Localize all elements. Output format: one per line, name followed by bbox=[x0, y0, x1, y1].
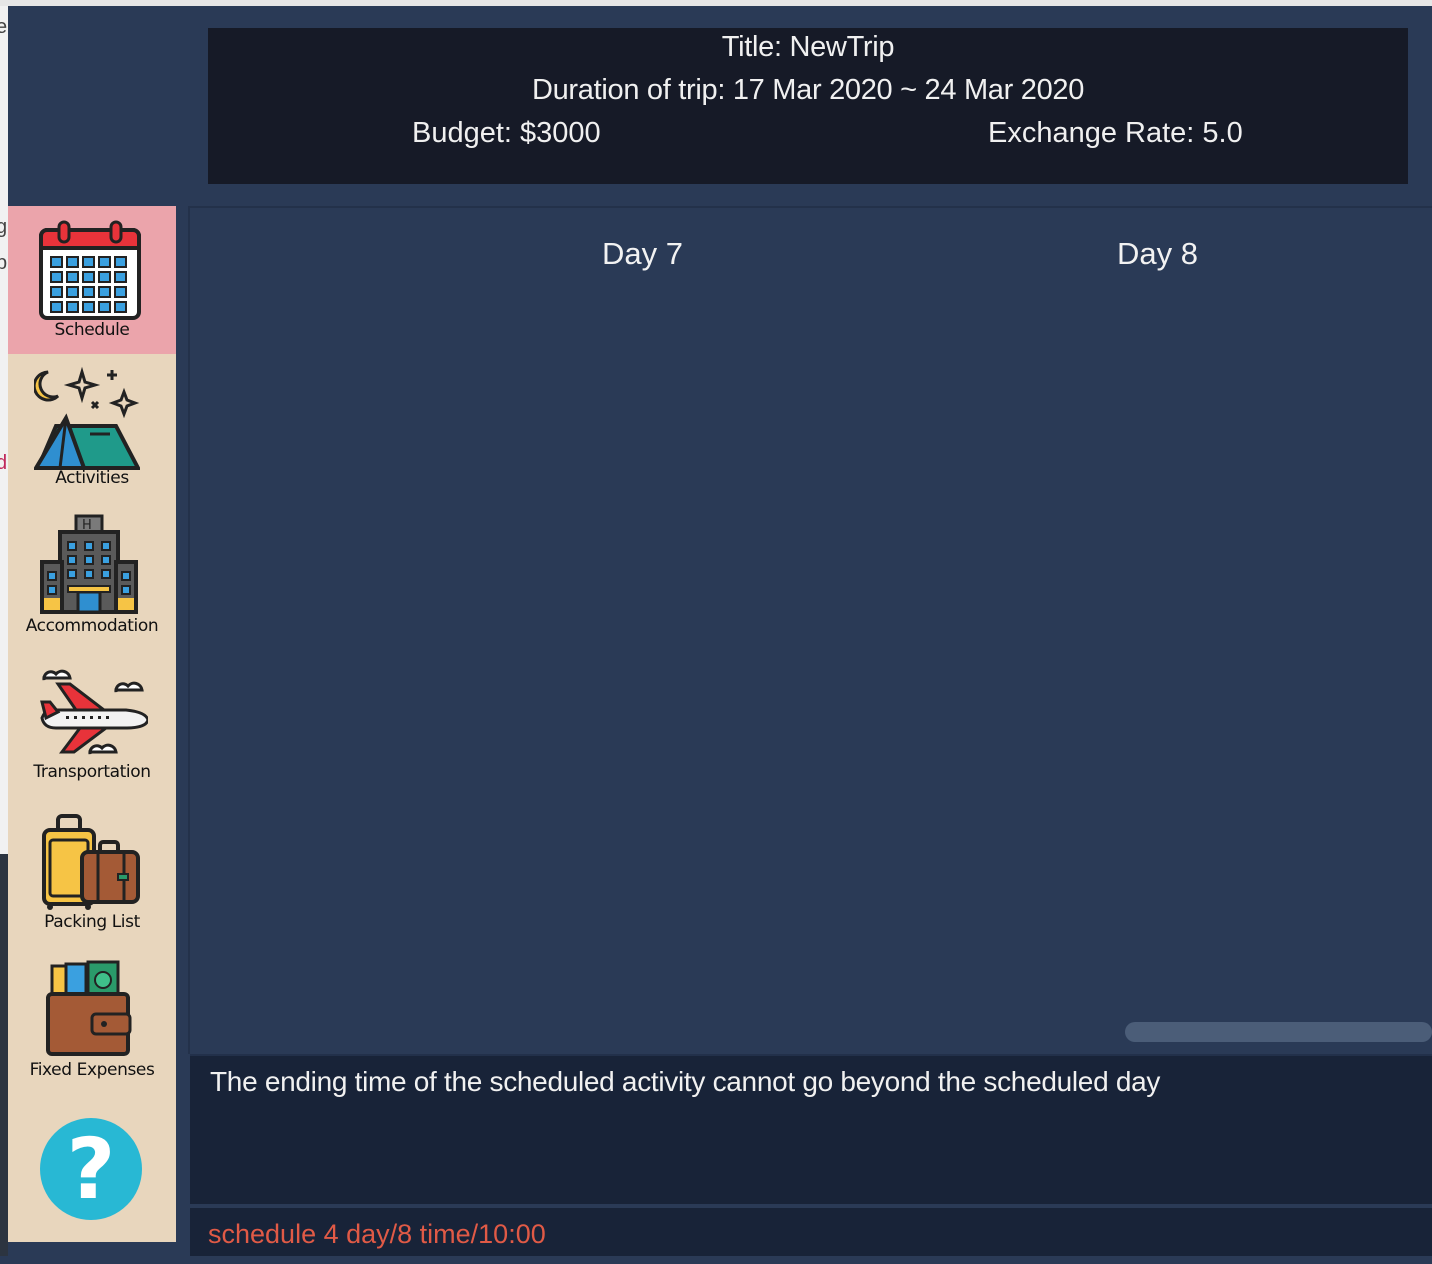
sidebar-item-label: Fixed Expenses bbox=[29, 1060, 155, 1080]
sidebar-item-label: Packing List bbox=[44, 912, 140, 932]
background-window: e g p d bbox=[0, 6, 8, 1264]
sidebar-item-label: Transportation bbox=[33, 762, 151, 782]
trip-header: Title: NewTrip Duration of trip: 17 Mar … bbox=[208, 28, 1408, 184]
sidebar-item-activities[interactable]: Activities bbox=[8, 354, 176, 502]
sidebar-item-transportation[interactable]: Transportation bbox=[8, 650, 176, 798]
sidebar-item-packing-list[interactable]: Packing List bbox=[8, 798, 176, 946]
hotel-icon: H bbox=[40, 514, 138, 614]
tent-icon bbox=[34, 366, 140, 470]
day-column-header: Day 7 bbox=[602, 236, 683, 271]
sidebar-item-fixed-expenses[interactable]: Fixed Expenses bbox=[8, 946, 176, 1094]
trip-budget: Budget: $3000 bbox=[412, 117, 601, 149]
trip-exchange-rate: Exchange Rate: 5.0 bbox=[988, 117, 1243, 149]
trip-duration: Duration of trip: 17 Mar 2020 ~ 24 Mar 2… bbox=[531, 74, 1085, 106]
day-column-header: Day 8 bbox=[1117, 236, 1198, 271]
horizontal-scrollbar[interactable] bbox=[1125, 1022, 1432, 1042]
sidebar-item-label: Schedule bbox=[54, 320, 130, 340]
trip-title: Title: NewTrip bbox=[721, 31, 895, 63]
help-icon: ? bbox=[66, 1120, 116, 1218]
airplane-icon bbox=[40, 669, 148, 755]
sidebar-item-label: Activities bbox=[55, 468, 129, 488]
help-button[interactable]: ? bbox=[40, 1118, 142, 1220]
schedule-panel[interactable]: Day 7 Day 8 bbox=[188, 206, 1432, 1054]
command-input[interactable] bbox=[208, 1214, 1408, 1254]
sidebar-item-accommodation[interactable]: H Accommodation bbox=[8, 502, 176, 650]
sidebar-item-schedule[interactable]: Schedule bbox=[8, 206, 176, 354]
sidebar: Schedule Activities H Accommodation Tran… bbox=[8, 206, 176, 1242]
calendar-icon bbox=[39, 220, 141, 320]
window-bottom-edge bbox=[0, 1256, 1432, 1264]
command-box[interactable] bbox=[190, 1208, 1432, 1260]
wallet-icon bbox=[46, 960, 132, 1056]
luggage-icon bbox=[42, 814, 140, 910]
result-message: The ending time of the scheduled activit… bbox=[210, 1066, 1161, 1097]
result-display: The ending time of the scheduled activit… bbox=[190, 1054, 1432, 1204]
sidebar-item-label: Accommodation bbox=[25, 616, 159, 636]
